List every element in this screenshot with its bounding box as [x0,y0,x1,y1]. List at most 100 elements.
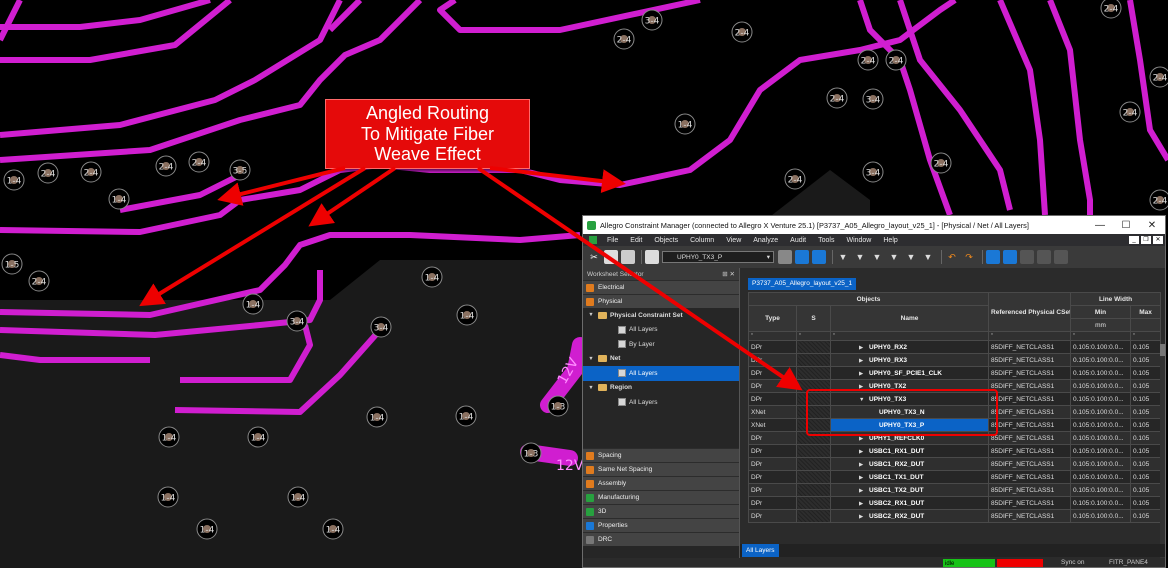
cell-type[interactable]: DPr [748,340,797,354]
cell-name[interactable]: ▶ UPHY0_RX2 [829,340,990,354]
category-spacing[interactable]: Spacing [583,448,739,462]
expand-arrow-icon[interactable]: ▶ [859,449,869,455]
undo-icon[interactable]: ↶ [945,250,959,264]
cell-type[interactable]: DPr [748,509,797,523]
category-3d[interactable]: 3D [583,504,739,518]
filter-extra-icon[interactable]: ▼ [921,250,935,264]
category-same-net-spacing[interactable]: Same Net Spacing [583,462,739,476]
cell-type[interactable]: DPr [748,457,797,471]
table-row[interactable]: DPr ▶ USBC1_TX2_DUT 85DIFF_NETCLASS1 0.105:0… [748,483,1162,497]
table-row[interactable]: DPr ▶ USBC1_RX2_DUT 85DIFF_NETCLASS1 0.105:0… [748,457,1162,471]
cell-cset[interactable]: 85DIFF_NETCLASS1 [988,379,1072,393]
bookmark-next-icon[interactable] [795,250,809,264]
menu-analyze[interactable]: Analyze [747,237,784,244]
cell-cset[interactable]: 85DIFF_NETCLASS1 [988,340,1072,354]
net-select-dropdown[interactable]: UPHY0_TX3_P ▾ [662,251,774,263]
vertical-scrollbar[interactable] [1160,344,1165,564]
header-max[interactable]: Max [1130,305,1162,319]
cell-max[interactable]: 0.105 [1130,470,1162,484]
filter-other-icon[interactable]: ▼ [904,250,918,264]
menu-tools[interactable]: Tools [812,237,840,244]
cell-name[interactable]: ▶ UPHY0_RX3 [829,353,990,367]
header-s[interactable]: S [796,305,831,332]
cell-type[interactable]: DPr [748,353,797,367]
menu-view[interactable]: View [720,237,747,244]
pin-icon[interactable]: ⊞ ✕ [722,270,735,278]
cell-max[interactable]: 0.105 [1130,366,1162,380]
tree-item[interactable]: All Layers [583,366,739,381]
cell-type[interactable]: XNet [748,405,797,419]
cell-status[interactable] [796,496,831,510]
expand-arrow-icon[interactable]: ▶ [859,436,869,442]
cell-name[interactable]: ▶ USBC1_TX2_DUT [829,483,990,497]
table-row[interactable]: DPr ▶ UPHY0_RX2 85DIFF_NETCLASS1 0.105:0.100… [748,340,1162,354]
cell-max[interactable]: 0.105 [1130,457,1162,471]
cell-min[interactable]: 0.105:0.100:0.0... [1070,405,1132,419]
table-row[interactable]: DPr ▶ USBC2_RX1_DUT 85DIFF_NETCLASS1 0.105:0… [748,496,1162,510]
category-properties[interactable]: Properties [583,518,739,532]
cell-type[interactable]: DPr [748,431,797,445]
menu-objects[interactable]: Objects [648,237,684,244]
cell-min[interactable]: 0.105:0.100:0.0... [1070,483,1132,497]
cell-name[interactable]: ▶ USBC2_RX1_DUT [829,496,990,510]
cell-max[interactable]: 0.105 [1130,418,1162,432]
expand-arrow-icon[interactable]: ▶ [859,488,869,494]
cell-max[interactable]: 0.105 [1130,379,1162,393]
cut-icon[interactable]: ✂ [587,250,601,264]
cell-max[interactable]: 0.105 [1130,483,1162,497]
bookmark-prev-icon[interactable] [812,250,826,264]
cell-min[interactable]: 0.105:0.100:0.0... [1070,457,1132,471]
cell-max[interactable]: 0.105 [1130,496,1162,510]
cell-type[interactable]: DPr [748,392,797,406]
cell-status[interactable] [796,353,831,367]
expand-arrow-icon[interactable]: ▼ [587,312,595,318]
cell-status[interactable] [796,457,831,471]
cell-cset[interactable]: 85DIFF_NETCLASS1 [988,405,1072,419]
scrollbar-thumb[interactable] [1160,344,1165,356]
cell-type[interactable]: DPr [748,483,797,497]
mdi-restore-button[interactable]: ❐ [1141,236,1151,244]
cell-cset[interactable]: 85DIFF_NETCLASS1 [988,353,1072,367]
cell-min[interactable]: 0.105:0.100:0.0... [1070,353,1132,367]
cell-status[interactable] [796,444,831,458]
cell-max[interactable]: 0.105 [1130,444,1162,458]
menu-edit[interactable]: Edit [624,237,648,244]
title-bar[interactable]: Allegro Constraint Manager (connected to… [583,216,1165,234]
expand-arrow-icon[interactable]: ▶ [859,358,869,364]
cell-max[interactable]: 0.105 [1130,353,1162,367]
tree-item[interactable]: ▼ Physical Constraint Set [583,308,739,323]
cell-status[interactable] [796,366,831,380]
cell-status[interactable] [796,340,831,354]
filter-error-icon[interactable]: ▼ [853,250,867,264]
tree3-icon[interactable] [1054,250,1068,264]
cell-type[interactable]: DPr [748,444,797,458]
cell-min[interactable]: 0.105:0.100:0.0... [1070,392,1132,406]
cell-type[interactable]: DPr [748,379,797,393]
menu-file[interactable]: File [601,237,624,244]
cell-cset[interactable]: 85DIFF_NETCLASS1 [988,392,1072,406]
expand-arrow-icon[interactable]: ▶ [859,462,869,468]
mdi-close-button[interactable]: ✕ [1153,236,1163,244]
menu-audit[interactable]: Audit [784,237,812,244]
cell-min[interactable]: 0.105:0.100:0.0... [1070,496,1132,510]
close-button[interactable]: ✕ [1139,220,1165,231]
expand-arrow-icon[interactable]: ▶ [859,371,869,377]
cell-type[interactable]: DPr [748,366,797,380]
tree-item[interactable]: By Layer [583,337,739,352]
cell-cset[interactable]: 85DIFF_NETCLASS1 [988,457,1072,471]
category-physical[interactable]: Physical [583,294,739,308]
tree2-icon[interactable] [1037,250,1051,264]
table-row[interactable]: DPr ▶ UPHY0_RX3 85DIFF_NETCLASS1 0.105:0.100… [748,353,1162,367]
document-tab[interactable]: P3737_A05_Allegro_layout_v25_1 [748,278,857,290]
cell-min[interactable]: 0.105:0.100:0.0... [1070,431,1132,445]
maximize-button[interactable]: ☐ [1113,220,1139,231]
filter-pass-icon[interactable]: ▼ [887,250,901,264]
bookmark-icon[interactable] [778,250,792,264]
menu-window[interactable]: Window [840,237,877,244]
table-row[interactable]: DPr ▶ USBC1_TX1_DUT 85DIFF_NETCLASS1 0.105:0… [748,470,1162,484]
tree-item[interactable]: All Layers [583,323,739,338]
header-cset[interactable]: Referenced Physical CSet [988,292,1072,332]
cell-min[interactable]: 0.105:0.100:0.0... [1070,509,1132,523]
cell-max[interactable]: 0.105 [1130,405,1162,419]
cell-cset[interactable]: 85DIFF_NETCLASS1 [988,509,1072,523]
